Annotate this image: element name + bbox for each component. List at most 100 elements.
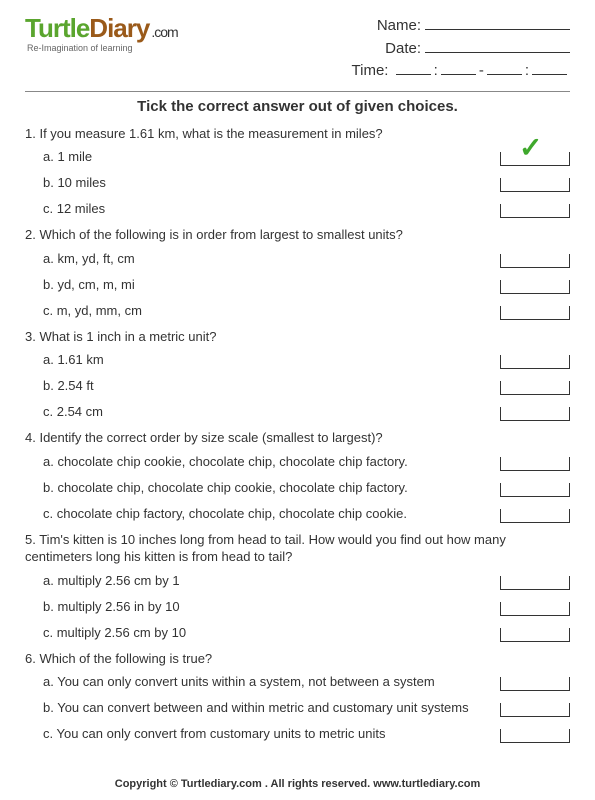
choice-text: a. You can only convert units within a s…	[43, 674, 500, 691]
question-block: 4. Identify the correct order by size sc…	[25, 429, 570, 523]
choice-row: a. chocolate chip cookie, chocolate chip…	[43, 453, 570, 471]
answer-slot[interactable]	[500, 280, 570, 294]
choice-text: c. 2.54 cm	[43, 404, 500, 421]
answer-slot[interactable]	[500, 254, 570, 268]
choice-text: b. chocolate chip, chocolate chip cookie…	[43, 480, 500, 497]
choice-text: a. 1 mile	[43, 149, 500, 166]
time-blank-4[interactable]	[532, 74, 567, 75]
time-blank-3[interactable]	[487, 74, 522, 75]
choice-row: a. km, yd, ft, cm	[43, 250, 570, 268]
question-text: 5. Tim's kitten is 10 inches long from h…	[25, 531, 570, 566]
logo: TurtleDiary.com	[25, 15, 178, 41]
choices: a. km, yd, ft, cm b. yd, cm, m, mi c. m, y…	[25, 250, 570, 320]
answer-slot[interactable]	[500, 306, 570, 320]
choices: a. 1.61 km b. 2.54 ft c. 2.54 cm	[25, 351, 570, 421]
choice-text: c. 12 miles	[43, 201, 500, 218]
answer-slot[interactable]: ✓	[500, 152, 570, 166]
answer-slot[interactable]	[500, 602, 570, 616]
logo-word2: Diary	[89, 13, 149, 43]
answer-slot[interactable]	[500, 677, 570, 691]
choice-row: b. multiply 2.56 in by 10	[43, 598, 570, 616]
choice-row: a. You can only convert units within a s…	[43, 673, 570, 691]
choice-text: b. You can convert between and within me…	[43, 700, 500, 717]
name-label: Name:	[377, 17, 421, 34]
choice-row: a. 1.61 km	[43, 351, 570, 369]
question-text: 6. Which of the following is true?	[25, 650, 570, 668]
answer-slot[interactable]	[500, 703, 570, 717]
logo-word1: Turtle	[25, 13, 89, 43]
choice-text: b. 2.54 ft	[43, 378, 500, 395]
name-blank[interactable]	[425, 29, 570, 30]
answer-slot[interactable]	[500, 729, 570, 743]
question-text: 2. Which of the following is in order fr…	[25, 226, 570, 244]
meta-fields: Name: Date: Time: : -:	[352, 15, 570, 83]
check-icon: ✓	[519, 134, 542, 162]
divider-top	[25, 91, 570, 92]
choices: a. chocolate chip cookie, chocolate chip…	[25, 453, 570, 523]
time-blank-1[interactable]	[396, 74, 431, 75]
date-line: Date:	[352, 38, 570, 61]
answer-slot[interactable]	[500, 628, 570, 642]
choice-text: b. 10 miles	[43, 175, 500, 192]
choice-text: b. yd, cm, m, mi	[43, 277, 500, 294]
choices: a. 1 mile✓b. 10 milesc. 12 miles	[25, 148, 570, 218]
choice-row: a. 1 mile✓	[43, 148, 570, 166]
choice-text: b. multiply 2.56 in by 10	[43, 599, 500, 616]
header: TurtleDiary.com Re-Imagination of learni…	[25, 15, 570, 83]
choice-row: c. 12 miles	[43, 200, 570, 218]
answer-slot[interactable]	[500, 204, 570, 218]
choice-row: c. 2.54 cm	[43, 403, 570, 421]
choice-row: b. You can convert between and within me…	[43, 699, 570, 717]
question-block: 6. Which of the following is true? a. You…	[25, 650, 570, 744]
choice-text: a. chocolate chip cookie, chocolate chip…	[43, 454, 500, 471]
choices: a. multiply 2.56 cm by 1 b. multiply 2.56…	[25, 572, 570, 642]
choice-text: c. You can only convert from customary u…	[43, 726, 500, 743]
question-block: 3. What is 1 inch in a metric unit? a. 1.…	[25, 328, 570, 422]
time-colon-1: :	[434, 62, 438, 79]
question-block: 2. Which of the following is in order fr…	[25, 226, 570, 320]
answer-slot[interactable]	[500, 457, 570, 471]
choice-row: b. chocolate chip, chocolate chip cookie…	[43, 479, 570, 497]
answer-slot[interactable]	[500, 381, 570, 395]
question-block: 1. If you measure 1.61 km, what is the m…	[25, 125, 570, 219]
choice-row: c. chocolate chip factory, chocolate chi…	[43, 505, 570, 523]
footer: Copyright © Turtlediary.com . All rights…	[0, 778, 595, 790]
choice-text: c. multiply 2.56 cm by 10	[43, 625, 500, 642]
choice-text: a. multiply 2.56 cm by 1	[43, 573, 500, 590]
time-line: Time: : -:	[352, 60, 570, 83]
choice-text: a. km, yd, ft, cm	[43, 251, 500, 268]
choice-row: c. multiply 2.56 cm by 10	[43, 624, 570, 642]
question-text: 3. What is 1 inch in a metric unit?	[25, 328, 570, 346]
choice-row: c. m, yd, mm, cm	[43, 302, 570, 320]
time-label: Time:	[352, 62, 389, 79]
time-blank-2[interactable]	[441, 74, 476, 75]
answer-slot[interactable]	[500, 407, 570, 421]
instruction: Tick the correct answer out of given cho…	[25, 98, 570, 115]
answer-slot[interactable]	[500, 509, 570, 523]
choice-text: c. chocolate chip factory, chocolate chi…	[43, 506, 500, 523]
choice-row: b. yd, cm, m, mi	[43, 276, 570, 294]
choice-row: a. multiply 2.56 cm by 1	[43, 572, 570, 590]
answer-slot[interactable]	[500, 178, 570, 192]
question-block: 5. Tim's kitten is 10 inches long from h…	[25, 531, 570, 642]
date-blank[interactable]	[425, 52, 570, 53]
name-line: Name:	[352, 15, 570, 38]
choice-text: c. m, yd, mm, cm	[43, 303, 500, 320]
choice-row: b. 2.54 ft	[43, 377, 570, 395]
answer-slot[interactable]	[500, 355, 570, 369]
answer-slot[interactable]	[500, 483, 570, 497]
questions-container: 1. If you measure 1.61 km, what is the m…	[25, 125, 570, 744]
logo-tld: .com	[151, 24, 177, 40]
choice-row: c. You can only convert from customary u…	[43, 725, 570, 743]
answer-slot[interactable]	[500, 576, 570, 590]
date-label: Date:	[385, 40, 421, 57]
choices: a. You can only convert units within a s…	[25, 673, 570, 743]
time-dash: -	[479, 62, 484, 79]
choice-row: b. 10 miles	[43, 174, 570, 192]
logo-block: TurtleDiary.com Re-Imagination of learni…	[25, 15, 178, 53]
choice-text: a. 1.61 km	[43, 352, 500, 369]
time-colon-2: :	[525, 62, 529, 79]
question-text: 1. If you measure 1.61 km, what is the m…	[25, 125, 570, 143]
logo-tagline: Re-Imagination of learning	[27, 43, 178, 53]
question-text: 4. Identify the correct order by size sc…	[25, 429, 570, 447]
